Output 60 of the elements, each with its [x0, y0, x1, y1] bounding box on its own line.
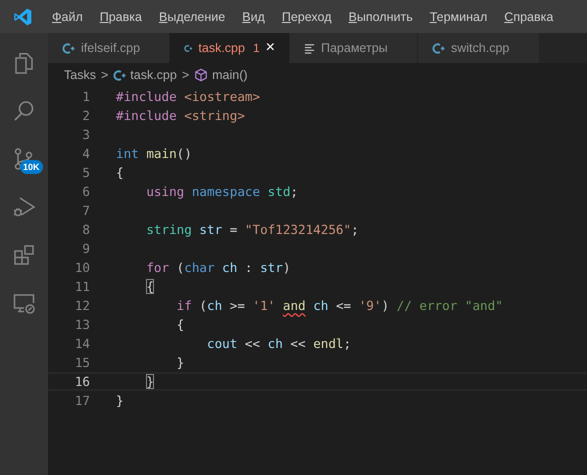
- menu-item[interactable]: Файл: [52, 10, 83, 24]
- extensions-icon[interactable]: [12, 243, 36, 267]
- code-line: #include <iostream>: [116, 89, 260, 104]
- cpp-file-icon: [113, 68, 126, 82]
- line-number: 2: [81, 108, 90, 123]
- line-number: 4: [81, 146, 90, 161]
- lines-icon: [304, 42, 315, 54]
- line-number: 9: [81, 241, 90, 256]
- breadcrumb-item[interactable]: main(): [194, 68, 248, 82]
- code-line: {: [176, 317, 184, 332]
- line-number: 15: [74, 355, 90, 370]
- editor-tab[interactable]: Параметры: [290, 33, 418, 63]
- count-badge: 10K: [20, 160, 43, 174]
- menu-item[interactable]: Терминал: [430, 10, 488, 24]
- line-number: 12: [74, 298, 90, 313]
- cpp-file-icon: [62, 42, 75, 54]
- line-number: 5: [81, 165, 90, 180]
- menu-item[interactable]: Выполнить: [348, 10, 413, 24]
- cpp-file-icon: [432, 42, 445, 54]
- app-logo-icon: [13, 6, 33, 26]
- line-number: 16: [74, 374, 90, 389]
- menu-item[interactable]: Правка: [100, 10, 142, 24]
- code-line: using namespace std;: [145, 184, 298, 199]
- line-number: 6: [81, 184, 90, 199]
- line-number: 7: [81, 203, 90, 218]
- line-number: 14: [74, 336, 90, 351]
- close-button[interactable]: ×: [266, 40, 275, 56]
- editor-tab[interactable]: switch.cpp: [418, 33, 540, 63]
- code-line: cout << ch << endl;: [206, 336, 352, 351]
- code-line: #include <string>: [116, 108, 245, 123]
- menu-item[interactable]: Переход: [282, 10, 332, 24]
- menu-item[interactable]: Выделение: [158, 10, 226, 24]
- line-number: 17: [74, 393, 90, 408]
- code-line: }: [176, 355, 184, 370]
- code-line: int main(): [116, 146, 192, 161]
- cube-icon: [194, 68, 208, 82]
- code-line: }: [145, 374, 154, 389]
- breadcrumb-separator: >: [182, 68, 190, 82]
- menu-item[interactable]: Справка: [504, 10, 554, 24]
- menu-item[interactable]: Вид: [242, 10, 265, 24]
- search-icon[interactable]: [12, 99, 36, 123]
- problem-count: 1: [252, 41, 260, 55]
- breadcrumb-item[interactable]: task.cpp: [113, 68, 177, 82]
- code-line: if (ch >= '1' and ch <= '9') // error "and": [176, 298, 503, 313]
- code-line: string str = "Tof123214256";: [145, 222, 359, 237]
- line-number: 3: [81, 127, 90, 142]
- code-line: }: [116, 393, 124, 408]
- editor-tab[interactable]: task.cpp 1 ×: [170, 33, 290, 63]
- code-line: {: [116, 165, 124, 180]
- run-debug-icon[interactable]: [12, 195, 36, 219]
- code-line: for (char ch : str): [145, 260, 290, 275]
- line-number: 13: [74, 317, 90, 332]
- breadcrumb-separator: >: [100, 68, 108, 82]
- editor-tab[interactable]: ifelseif.cpp: [48, 33, 170, 63]
- line-number: 11: [74, 279, 90, 294]
- line-number: 1: [81, 89, 90, 104]
- breadcrumb-item[interactable]: Tasks: [64, 68, 96, 82]
- line-number: 8: [81, 222, 90, 237]
- line-number: 10: [74, 260, 90, 275]
- code-line: {: [145, 279, 154, 294]
